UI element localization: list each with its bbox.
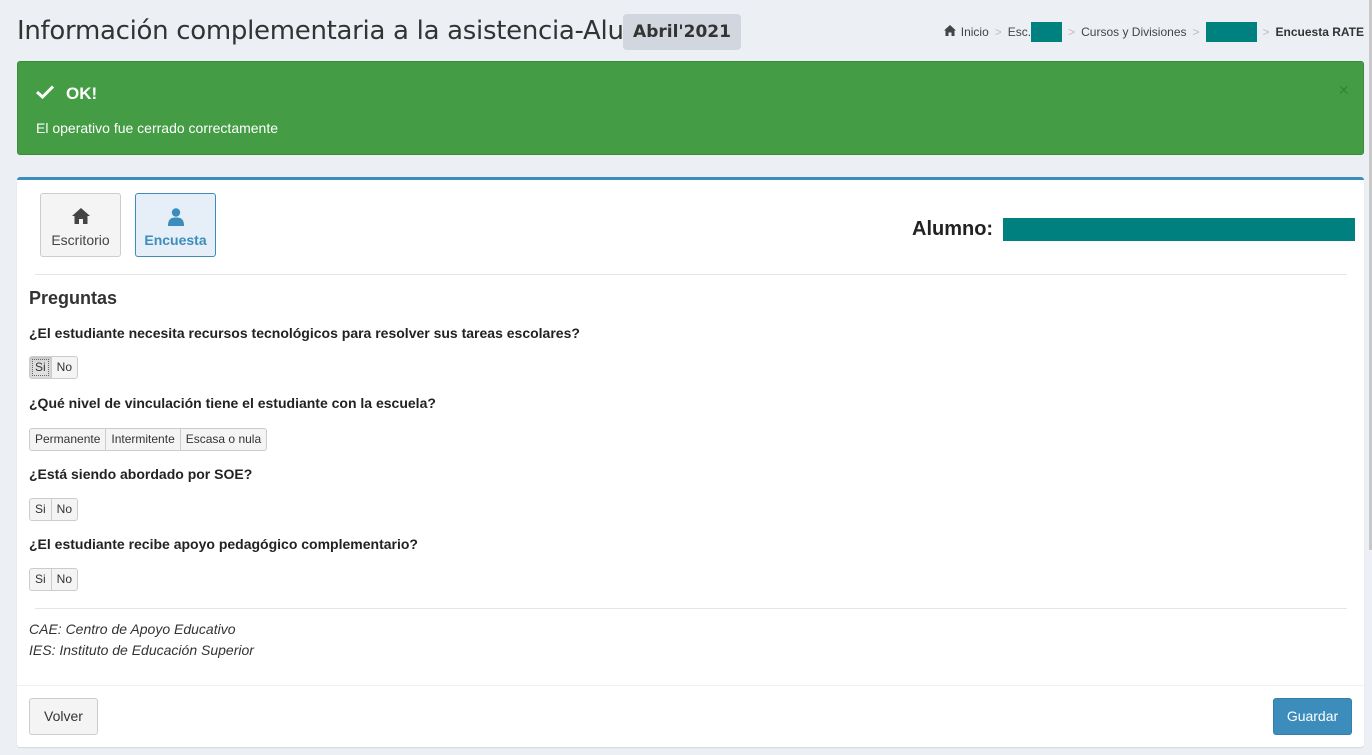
breadcrumb-separator: > (1192, 25, 1200, 39)
q1-option-si[interactable]: Si (29, 356, 52, 379)
escritorio-button[interactable]: Escritorio (40, 193, 121, 257)
question-3-options: Si No (29, 498, 79, 521)
note-ies: IES: Instituto de Educación Superior (29, 642, 254, 658)
student-name-redacted (1003, 218, 1356, 241)
q3-option-no[interactable]: No (50, 498, 79, 521)
student-label: Alumno: (912, 218, 994, 240)
q4-option-no[interactable]: No (50, 568, 79, 591)
question-1: ¿El estudiante necesita recursos tecnoló… (29, 325, 580, 341)
breadcrumb-school-redacted[interactable] (1031, 22, 1063, 42)
box-footer: Volver Guardar (17, 685, 1364, 747)
save-button[interactable]: Guardar (1273, 698, 1352, 735)
breadcrumb-courses-link[interactable]: Cursos y Divisiones (1081, 25, 1186, 39)
breadcrumb-school-link[interactable]: Esc. (1008, 25, 1031, 39)
student-info: Alumno: (912, 218, 1356, 241)
breadcrumb-separator: > (1262, 25, 1270, 39)
alert-message: El operativo fue cerrado correctamente (36, 120, 279, 136)
question-4: ¿El estudiante recibe apoyo pedagógico c… (29, 536, 418, 552)
success-alert: OK! El operativo fue cerrado correctamen… (17, 61, 1364, 155)
questions-title: Preguntas (29, 288, 118, 308)
home-icon (41, 208, 120, 228)
question-4-options: Si No (29, 568, 79, 591)
breadcrumb-separator: > (994, 25, 1002, 39)
content-header: Información complementaria a la asistenc… (0, 0, 1372, 60)
encuesta-label: Encuesta (144, 232, 207, 248)
q1-option-no[interactable]: No (50, 356, 79, 379)
question-2-options: Permanente Intermitente Escasa o nula (29, 428, 268, 451)
check-icon (35, 83, 55, 104)
escritorio-label: Escritorio (51, 232, 110, 248)
breadcrumb: Inicio > Esc. > Cursos y Divisiones > > … (943, 22, 1364, 42)
question-2: ¿Qué nivel de vinculación tiene el estud… (29, 395, 436, 411)
divider (35, 608, 1347, 609)
close-icon[interactable]: × (1338, 80, 1349, 101)
alert-title: OK! (35, 83, 98, 104)
question-3: ¿Está siendo abordado por SOE? (29, 466, 253, 482)
user-icon (136, 208, 215, 228)
divider (35, 274, 1347, 275)
q2-option-intermitente[interactable]: Intermitente (105, 428, 181, 451)
q3-option-si[interactable]: Si (29, 498, 52, 521)
breadcrumb-separator: > (1068, 25, 1076, 39)
note-cae: CAE: Centro de Apoyo Educativo (29, 621, 236, 637)
breadcrumb-course-redacted[interactable] (1205, 22, 1257, 42)
q4-option-si[interactable]: Si (29, 568, 52, 591)
encuesta-button[interactable]: Encuesta (135, 193, 216, 257)
back-button[interactable]: Volver (29, 698, 98, 735)
abbreviation-notes: CAE: Centro de Apoyo Educativo IES: Inst… (29, 619, 254, 661)
page-title: Información complementaria a la asistenc… (17, 16, 681, 46)
q2-option-escasa[interactable]: Escasa o nula (179, 428, 268, 451)
breadcrumb-current: Encuesta RATE (1275, 25, 1364, 39)
breadcrumb-home-link[interactable]: Inicio (961, 25, 989, 39)
q2-option-permanente[interactable]: Permanente (29, 428, 107, 451)
alert-title-text: OK! (66, 83, 98, 103)
home-icon (943, 25, 956, 39)
question-1-options: Si No (29, 356, 79, 379)
period-badge: Abril'2021 (623, 14, 741, 50)
survey-box: Escritorio Encuesta Alumno: Preguntas ¿E… (17, 177, 1364, 747)
